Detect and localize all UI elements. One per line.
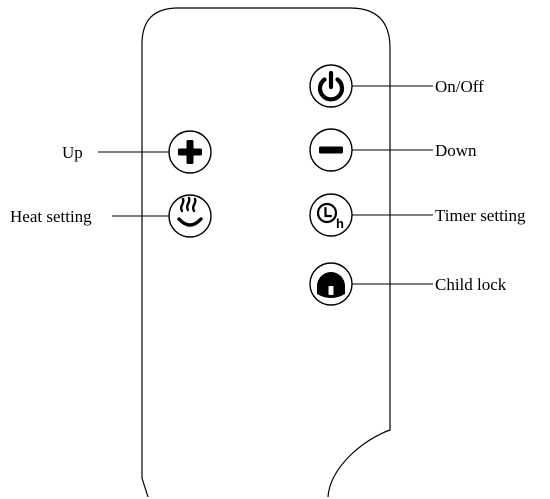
timer-setting-label: Timer setting bbox=[435, 206, 526, 225]
child-lock-label: Child lock bbox=[435, 275, 507, 294]
timer-hours-mark: h bbox=[336, 216, 344, 231]
down-button[interactable] bbox=[309, 128, 353, 172]
heat-setting-label: Heat setting bbox=[10, 207, 92, 226]
up-label: Up bbox=[62, 143, 83, 162]
timer-setting-button[interactable]: h bbox=[309, 193, 353, 237]
on-off-button[interactable] bbox=[309, 64, 353, 108]
on-off-label: On/Off bbox=[435, 77, 484, 96]
remote-control-diagram: On/Off Down h Timer setting Child lock U… bbox=[10, 7, 526, 498]
down-label: Down bbox=[435, 141, 477, 160]
minus-icon bbox=[319, 146, 343, 154]
remote-body-outline bbox=[141, 7, 391, 498]
heat-setting-button[interactable] bbox=[168, 194, 212, 238]
up-button[interactable] bbox=[168, 130, 212, 174]
child-lock-button[interactable] bbox=[309, 262, 353, 306]
